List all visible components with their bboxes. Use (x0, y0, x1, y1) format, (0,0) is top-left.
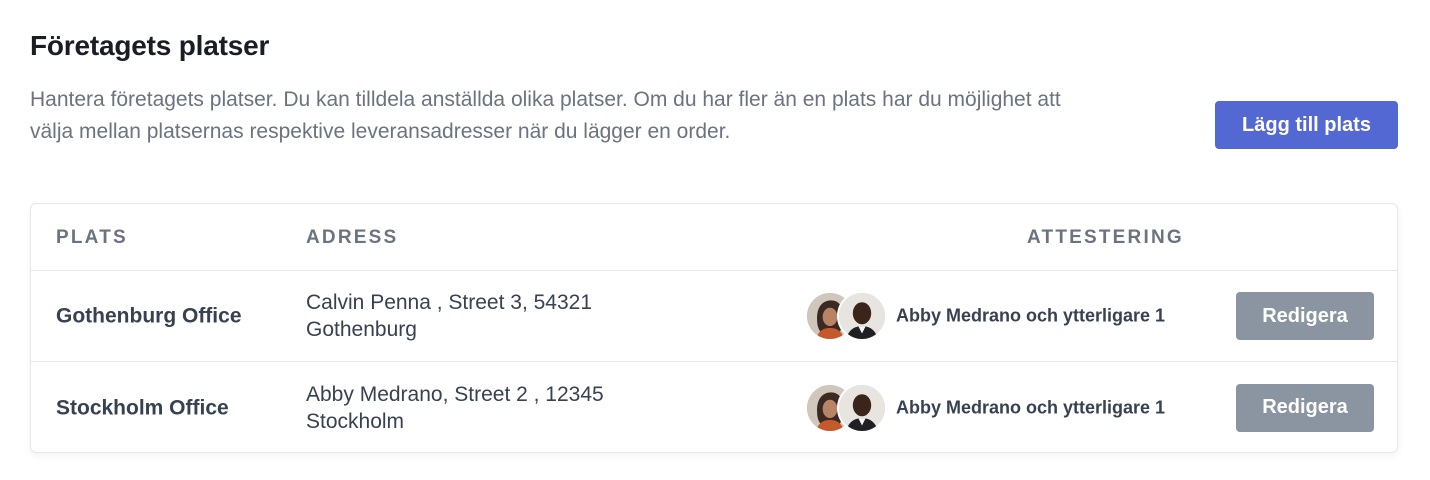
locations-table: PLATS ADRESS ATTESTERING Gothenburg Offi… (30, 203, 1398, 453)
man-avatar-icon (839, 293, 885, 339)
locations-page: Företagets platser Hantera företagets pl… (0, 0, 1430, 480)
location-address: Abby Medrano, Street 2 , 12345 Stockholm (306, 382, 604, 433)
approver-text: Abby Medrano och ytterligare 1 (896, 397, 1166, 417)
location-address: Calvin Penna , Street 3, 54321 Gothenbur… (306, 291, 593, 341)
approver-avatars (805, 291, 887, 341)
page-description: Hantera företagets platser. Du kan tilld… (30, 88, 1061, 143)
avatar (837, 291, 887, 341)
table-row: Stockholm Office Abby Medrano, Street 2 … (31, 362, 1397, 453)
man-avatar-icon (839, 384, 885, 431)
table-row: Gothenburg Office Calvin Penna , Street … (31, 271, 1397, 362)
table-header: PLATS ADRESS ATTESTERING (31, 204, 1397, 271)
location-name: Stockholm Office (56, 396, 229, 419)
edit-button[interactable]: Redigera (1236, 292, 1374, 340)
column-header-plats: PLATS (56, 227, 128, 248)
column-header-attestering: ATTESTERING (1027, 227, 1184, 248)
approver-text: Abby Medrano och ytterligare 1 (896, 305, 1166, 326)
add-location-button[interactable]: Lägg till plats (1215, 101, 1398, 149)
edit-button[interactable]: Redigera (1236, 383, 1374, 432)
avatar (837, 382, 887, 433)
page-title: Företagets platser (30, 30, 270, 61)
approver-avatars (805, 382, 887, 433)
column-header-adress: ADRESS (306, 227, 399, 248)
location-name: Gothenburg Office (56, 304, 242, 328)
